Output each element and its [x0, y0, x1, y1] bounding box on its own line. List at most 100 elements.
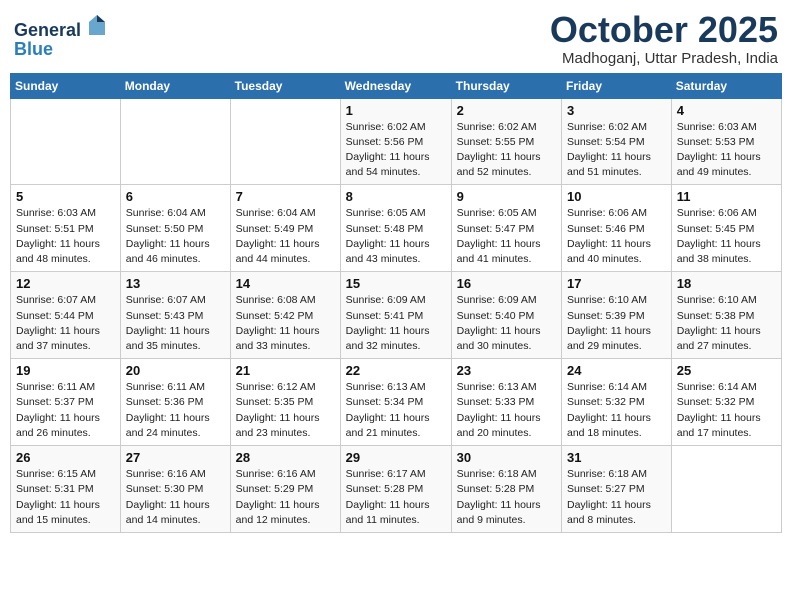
day-number: 22 [346, 363, 446, 378]
day-number: 15 [346, 276, 446, 291]
calendar-cell: 26 Sunrise: 6:15 AMSunset: 5:31 PMDayligh… [11, 446, 121, 533]
logo-text: General [14, 14, 106, 41]
weekday-header: Sunday [11, 73, 121, 98]
day-info: Sunrise: 6:04 AMSunset: 5:50 PMDaylight:… [126, 206, 225, 267]
day-info: Sunrise: 6:18 AMSunset: 5:28 PMDaylight:… [457, 467, 556, 528]
calendar-cell: 24 Sunrise: 6:14 AMSunset: 5:32 PMDayligh… [562, 359, 672, 446]
day-info: Sunrise: 6:10 AMSunset: 5:38 PMDaylight:… [677, 293, 776, 354]
day-number: 12 [16, 276, 115, 291]
calendar-cell: 12 Sunrise: 6:07 AMSunset: 5:44 PMDayligh… [11, 272, 121, 359]
calendar-week-row: 5 Sunrise: 6:03 AMSunset: 5:51 PMDaylight… [11, 185, 782, 272]
day-info: Sunrise: 6:05 AMSunset: 5:48 PMDaylight:… [346, 206, 446, 267]
day-info: Sunrise: 6:17 AMSunset: 5:28 PMDaylight:… [346, 467, 446, 528]
calendar-cell: 5 Sunrise: 6:03 AMSunset: 5:51 PMDaylight… [11, 185, 121, 272]
day-info: Sunrise: 6:16 AMSunset: 5:29 PMDaylight:… [236, 467, 335, 528]
day-number: 8 [346, 189, 446, 204]
calendar-cell: 15 Sunrise: 6:09 AMSunset: 5:41 PMDayligh… [340, 272, 451, 359]
weekday-header: Saturday [671, 73, 781, 98]
calendar-cell [11, 98, 121, 185]
day-info: Sunrise: 6:09 AMSunset: 5:40 PMDaylight:… [457, 293, 556, 354]
calendar-cell [230, 98, 340, 185]
day-info: Sunrise: 6:15 AMSunset: 5:31 PMDaylight:… [16, 467, 115, 528]
day-number: 24 [567, 363, 666, 378]
day-number: 25 [677, 363, 776, 378]
day-number: 7 [236, 189, 335, 204]
logo: General Blue [14, 14, 106, 60]
day-info: Sunrise: 6:14 AMSunset: 5:32 PMDaylight:… [567, 380, 666, 441]
calendar-cell: 20 Sunrise: 6:11 AMSunset: 5:36 PMDayligh… [120, 359, 230, 446]
calendar-cell [671, 446, 781, 533]
calendar-cell: 13 Sunrise: 6:07 AMSunset: 5:43 PMDayligh… [120, 272, 230, 359]
day-info: Sunrise: 6:02 AMSunset: 5:55 PMDaylight:… [457, 120, 556, 181]
calendar-week-row: 1Sunrise: 6:02 AMSunset: 5:56 PMDaylight… [11, 98, 782, 185]
weekday-header: Tuesday [230, 73, 340, 98]
calendar-cell: 6Sunrise: 6:04 AMSunset: 5:50 PMDaylight… [120, 185, 230, 272]
day-number: 18 [677, 276, 776, 291]
day-info: Sunrise: 6:14 AMSunset: 5:32 PMDaylight:… [677, 380, 776, 441]
calendar-cell: 19 Sunrise: 6:11 AMSunset: 5:37 PMDayligh… [11, 359, 121, 446]
calendar-cell: 28 Sunrise: 6:16 AMSunset: 5:29 PMDayligh… [230, 446, 340, 533]
calendar-cell: 16 Sunrise: 6:09 AMSunset: 5:40 PMDayligh… [451, 272, 561, 359]
calendar-cell: 21Sunrise: 6:12 AMSunset: 5:35 PMDayligh… [230, 359, 340, 446]
page-header: General Blue October 2025 Madhoganj, Utt… [10, 10, 782, 67]
day-number: 3 [567, 103, 666, 118]
day-number: 13 [126, 276, 225, 291]
day-number: 26 [16, 450, 115, 465]
day-number: 5 [16, 189, 115, 204]
day-info: Sunrise: 6:11 AMSunset: 5:36 PMDaylight:… [126, 380, 225, 441]
day-info: Sunrise: 6:05 AMSunset: 5:47 PMDaylight:… [457, 206, 556, 267]
day-info: Sunrise: 6:03 AMSunset: 5:51 PMDaylight:… [16, 206, 115, 267]
calendar-cell: 27 Sunrise: 6:16 AMSunset: 5:30 PMDayligh… [120, 446, 230, 533]
day-info: Sunrise: 6:16 AMSunset: 5:30 PMDaylight:… [126, 467, 225, 528]
day-number: 20 [126, 363, 225, 378]
day-info: Sunrise: 6:07 AMSunset: 5:43 PMDaylight:… [126, 293, 225, 354]
logo-blue: Blue [14, 39, 106, 60]
day-number: 10 [567, 189, 666, 204]
calendar: SundayMondayTuesdayWednesdayThursdayFrid… [10, 73, 782, 533]
day-number: 2 [457, 103, 556, 118]
day-number: 23 [457, 363, 556, 378]
day-number: 31 [567, 450, 666, 465]
day-info: Sunrise: 6:12 AMSunset: 5:35 PMDaylight:… [236, 380, 335, 441]
calendar-cell: 3Sunrise: 6:02 AMSunset: 5:54 PMDaylight… [562, 98, 672, 185]
calendar-cell: 17Sunrise: 6:10 AMSunset: 5:39 PMDayligh… [562, 272, 672, 359]
calendar-cell: 7Sunrise: 6:04 AMSunset: 5:49 PMDaylight… [230, 185, 340, 272]
day-number: 27 [126, 450, 225, 465]
day-number: 1 [346, 103, 446, 118]
day-info: Sunrise: 6:07 AMSunset: 5:44 PMDaylight:… [16, 293, 115, 354]
day-number: 29 [346, 450, 446, 465]
calendar-week-row: 12 Sunrise: 6:07 AMSunset: 5:44 PMDayligh… [11, 272, 782, 359]
day-info: Sunrise: 6:03 AMSunset: 5:53 PMDaylight:… [677, 120, 776, 181]
day-number: 11 [677, 189, 776, 204]
day-info: Sunrise: 6:13 AMSunset: 5:33 PMDaylight:… [457, 380, 556, 441]
weekday-header: Wednesday [340, 73, 451, 98]
day-info: Sunrise: 6:06 AMSunset: 5:46 PMDaylight:… [567, 206, 666, 267]
day-number: 16 [457, 276, 556, 291]
calendar-cell: 18 Sunrise: 6:10 AMSunset: 5:38 PMDayligh… [671, 272, 781, 359]
calendar-cell [120, 98, 230, 185]
day-number: 4 [677, 103, 776, 118]
calendar-cell: 22Sunrise: 6:13 AMSunset: 5:34 PMDayligh… [340, 359, 451, 446]
calendar-cell: 10 Sunrise: 6:06 AMSunset: 5:46 PMDayligh… [562, 185, 672, 272]
calendar-cell: 1Sunrise: 6:02 AMSunset: 5:56 PMDaylight… [340, 98, 451, 185]
calendar-cell: 31Sunrise: 6:18 AMSunset: 5:27 PMDayligh… [562, 446, 672, 533]
day-number: 19 [16, 363, 115, 378]
calendar-cell: 8 Sunrise: 6:05 AMSunset: 5:48 PMDaylight… [340, 185, 451, 272]
weekday-header: Friday [562, 73, 672, 98]
title-block: October 2025 Madhoganj, Uttar Pradesh, I… [550, 10, 778, 67]
calendar-cell: 4 Sunrise: 6:03 AMSunset: 5:53 PMDaylight… [671, 98, 781, 185]
calendar-cell: 11Sunrise: 6:06 AMSunset: 5:45 PMDayligh… [671, 185, 781, 272]
weekday-header-row: SundayMondayTuesdayWednesdayThursdayFrid… [11, 73, 782, 98]
calendar-cell: 2 Sunrise: 6:02 AMSunset: 5:55 PMDaylight… [451, 98, 561, 185]
month-title: October 2025 [550, 10, 778, 50]
day-info: Sunrise: 6:11 AMSunset: 5:37 PMDaylight:… [16, 380, 115, 441]
day-number: 30 [457, 450, 556, 465]
day-info: Sunrise: 6:08 AMSunset: 5:42 PMDaylight:… [236, 293, 335, 354]
calendar-cell: 23 Sunrise: 6:13 AMSunset: 5:33 PMDayligh… [451, 359, 561, 446]
day-number: 17 [567, 276, 666, 291]
calendar-cell: 29 Sunrise: 6:17 AMSunset: 5:28 PMDayligh… [340, 446, 451, 533]
logo-icon [88, 14, 106, 36]
day-number: 28 [236, 450, 335, 465]
day-info: Sunrise: 6:09 AMSunset: 5:41 PMDaylight:… [346, 293, 446, 354]
day-number: 9 [457, 189, 556, 204]
